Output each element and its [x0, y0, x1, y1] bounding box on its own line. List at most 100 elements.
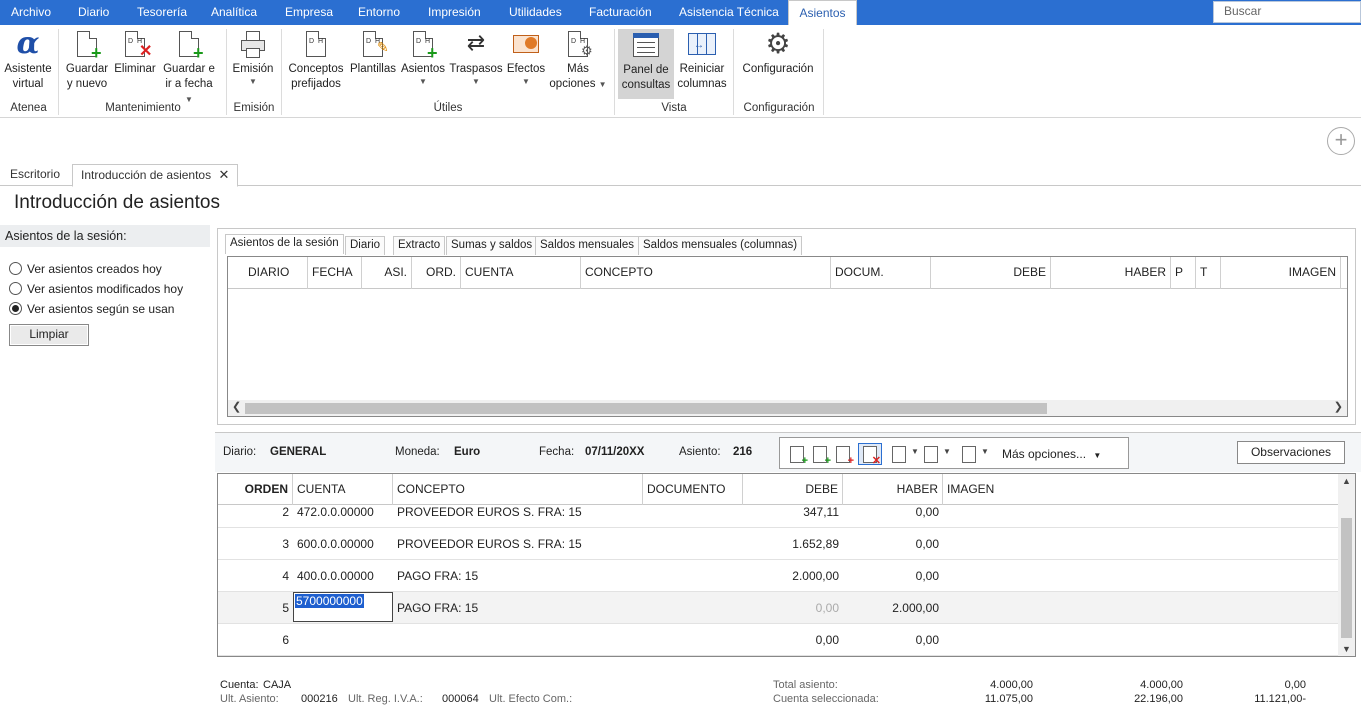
cell-documento[interactable]: [643, 528, 743, 560]
tab-escritorio[interactable]: Escritorio: [2, 164, 68, 186]
eliminar-button[interactable]: D H ✕ Eliminar: [113, 28, 157, 77]
menu-tab-entorno[interactable]: Entorno: [358, 0, 400, 25]
column-header[interactable]: FECHA: [308, 257, 362, 289]
entry-lines-grid[interactable]: ORDEN CUENTA CONCEPTO DOCUMENTO DEBE HAB…: [217, 473, 1356, 657]
document-options-icon[interactable]: [962, 446, 976, 463]
vertical-scrollbar[interactable]: ▲ ▼: [1338, 474, 1355, 656]
column-header[interactable]: IMAGEN: [1221, 257, 1341, 289]
copy-line-icon[interactable]: +: [836, 446, 854, 467]
radio-segun-se-usan[interactable]: Ver asientos según se usan: [9, 302, 174, 318]
cell-haber[interactable]: 0,00: [843, 528, 943, 560]
plantillas-button[interactable]: D H ✎ Plantillas: [348, 28, 398, 77]
limpiar-button[interactable]: Limpiar: [9, 324, 89, 346]
tab-extracto[interactable]: Extracto: [393, 236, 446, 255]
cell-haber[interactable]: 0,00: [843, 560, 943, 592]
menu-tab-archivo[interactable]: Archivo: [11, 0, 51, 25]
mas-opciones-button[interactable]: D H ⚙ Más opciones ▼: [548, 28, 608, 92]
cell-documento[interactable]: [643, 592, 743, 624]
asistente-virtual-button[interactable]: α Asistente virtual: [2, 28, 54, 92]
column-header[interactable]: CUENTA: [461, 257, 581, 289]
session-grid[interactable]: DIARIO FECHA ASI. ORD. CUENTA CONCEPTO D…: [227, 256, 1348, 417]
menu-tab-asistencia[interactable]: Asistencia Técnica: [679, 0, 779, 25]
menu-tab-utilidades[interactable]: Utilidades: [509, 0, 562, 25]
cell-debe[interactable]: 0,00: [743, 624, 843, 656]
cell-cuenta[interactable]: [293, 624, 393, 656]
table-row[interactable]: 3 600.0.0.00000 PROVEEDOR EUROS S. FRA: …: [218, 528, 1339, 560]
check-icon[interactable]: [892, 446, 906, 463]
emision-button[interactable]: Emisión ▼: [230, 28, 276, 86]
horizontal-scrollbar[interactable]: ❮ ❯: [228, 400, 1347, 416]
tab-saldos-mensuales-columnas[interactable]: Saldos mensuales (columnas): [638, 236, 803, 255]
configuracion-button[interactable]: ⚙ Configuración: [739, 28, 817, 77]
chevron-down-icon[interactable]: ▼: [943, 447, 951, 456]
table-row[interactable]: 4 400.0.0.00000 PAGO FRA: 15 2.000,00 0,…: [218, 560, 1339, 592]
tab-diario[interactable]: Diario: [345, 236, 386, 255]
cuenta-edit-input[interactable]: 5700000000: [293, 592, 393, 622]
chevron-down-icon[interactable]: ▼: [981, 447, 989, 456]
menu-tab-facturacion[interactable]: Facturación: [589, 0, 652, 25]
traspasos-button[interactable]: ⇄ Traspasos ▼: [449, 28, 503, 86]
tab-asientos-sesion[interactable]: Asientos de la sesión: [225, 234, 344, 254]
cell-concepto[interactable]: [393, 624, 643, 656]
cell-documento[interactable]: [643, 624, 743, 656]
efectos-button[interactable]: Efectos ▼: [505, 28, 547, 86]
menu-tab-diario[interactable]: Diario: [78, 0, 109, 25]
cell-concepto[interactable]: PAGO FRA: 15: [393, 592, 643, 624]
add-line-icon[interactable]: +: [790, 446, 808, 467]
column-header[interactable]: DOCUMENTO: [643, 474, 743, 505]
conceptos-prefijados-button[interactable]: D H Conceptos prefijados: [286, 28, 346, 92]
tab-saldos-mensuales[interactable]: Saldos mensuales: [535, 236, 639, 255]
menu-tab-impresion[interactable]: Impresión: [428, 0, 481, 25]
close-icon[interactable]: ✕: [218, 167, 229, 182]
column-header[interactable]: ORD.: [412, 257, 461, 289]
chevron-down-icon[interactable]: ▼: [911, 447, 919, 456]
column-header[interactable]: DIARIO: [228, 257, 308, 289]
radio-creados-hoy[interactable]: Ver asientos creados hoy: [9, 262, 162, 278]
cell-cuenta[interactable]: 400.0.0.00000: [293, 560, 393, 592]
guardar-nuevo-button[interactable]: + Guardar y nuevo: [64, 28, 110, 92]
cell-debe[interactable]: 2.000,00: [743, 560, 843, 592]
column-header[interactable]: CONCEPTO: [393, 474, 643, 505]
table-row-selected[interactable]: 5 5700000000 PAGO FRA: 15 0,00 2.000,00: [218, 592, 1339, 624]
scroll-down-icon[interactable]: ▼: [1342, 644, 1351, 654]
asientos-button[interactable]: D H + Asientos ▼: [400, 28, 446, 86]
cell-debe[interactable]: 1.652,89: [743, 528, 843, 560]
table-row[interactable]: 6 0,00 0,00: [218, 624, 1339, 656]
column-header[interactable]: HABER: [1051, 257, 1171, 289]
cell-documento[interactable]: [643, 560, 743, 592]
column-header[interactable]: ORDEN: [218, 474, 293, 505]
radio-modificados-hoy[interactable]: Ver asientos modificados hoy: [9, 282, 183, 298]
column-header[interactable]: CONCEPTO: [581, 257, 831, 289]
scrollbar-thumb[interactable]: [1341, 518, 1352, 638]
menu-tab-asientos[interactable]: Asientos: [788, 0, 857, 26]
cell-haber[interactable]: 0,00: [843, 624, 943, 656]
insert-line-icon[interactable]: +: [813, 446, 831, 467]
panel-consultas-button[interactable]: Panel de consultas: [618, 29, 674, 99]
column-header[interactable]: T: [1196, 257, 1221, 289]
tab-sumas-saldos[interactable]: Sumas y saldos: [446, 236, 538, 255]
delete-line-button[interactable]: ✕: [858, 443, 882, 467]
cell-haber[interactable]: 2.000,00: [843, 592, 943, 624]
guardar-fecha-button[interactable]: + Guardar e ir a fecha ▼: [160, 28, 218, 107]
menu-tab-analitica[interactable]: Analítica: [211, 0, 257, 25]
cell-concepto[interactable]: PROVEEDOR EUROS S. FRA: 15: [393, 528, 643, 560]
scroll-right-icon[interactable]: ❯: [1334, 400, 1343, 413]
cell-debe[interactable]: 0,00: [743, 592, 843, 624]
scroll-left-icon[interactable]: ❮: [232, 400, 241, 413]
column-header[interactable]: DEBE: [931, 257, 1051, 289]
observaciones-button[interactable]: Observaciones: [1237, 441, 1345, 464]
column-header[interactable]: P: [1171, 257, 1196, 289]
scroll-up-icon[interactable]: ▲: [1342, 476, 1351, 486]
column-header[interactable]: ASI.: [362, 257, 412, 289]
menu-tab-tesoreria[interactable]: Tesorería: [137, 0, 187, 25]
column-header[interactable]: CUENTA: [293, 474, 393, 505]
column-header[interactable]: DEBE: [743, 474, 843, 505]
tab-introduccion-asientos[interactable]: Introducción de asientos ✕: [72, 164, 239, 187]
column-header[interactable]: HABER: [843, 474, 943, 505]
columns-menu-icon[interactable]: [924, 446, 938, 463]
cell-cuenta[interactable]: 600.0.0.00000: [293, 528, 393, 560]
reiniciar-columnas-button[interactable]: ↔ Reiniciar columnas: [676, 28, 728, 92]
column-header[interactable]: IMAGEN: [943, 474, 1339, 505]
scrollbar-thumb[interactable]: [245, 403, 1047, 414]
search-input[interactable]: Buscar: [1213, 1, 1361, 23]
